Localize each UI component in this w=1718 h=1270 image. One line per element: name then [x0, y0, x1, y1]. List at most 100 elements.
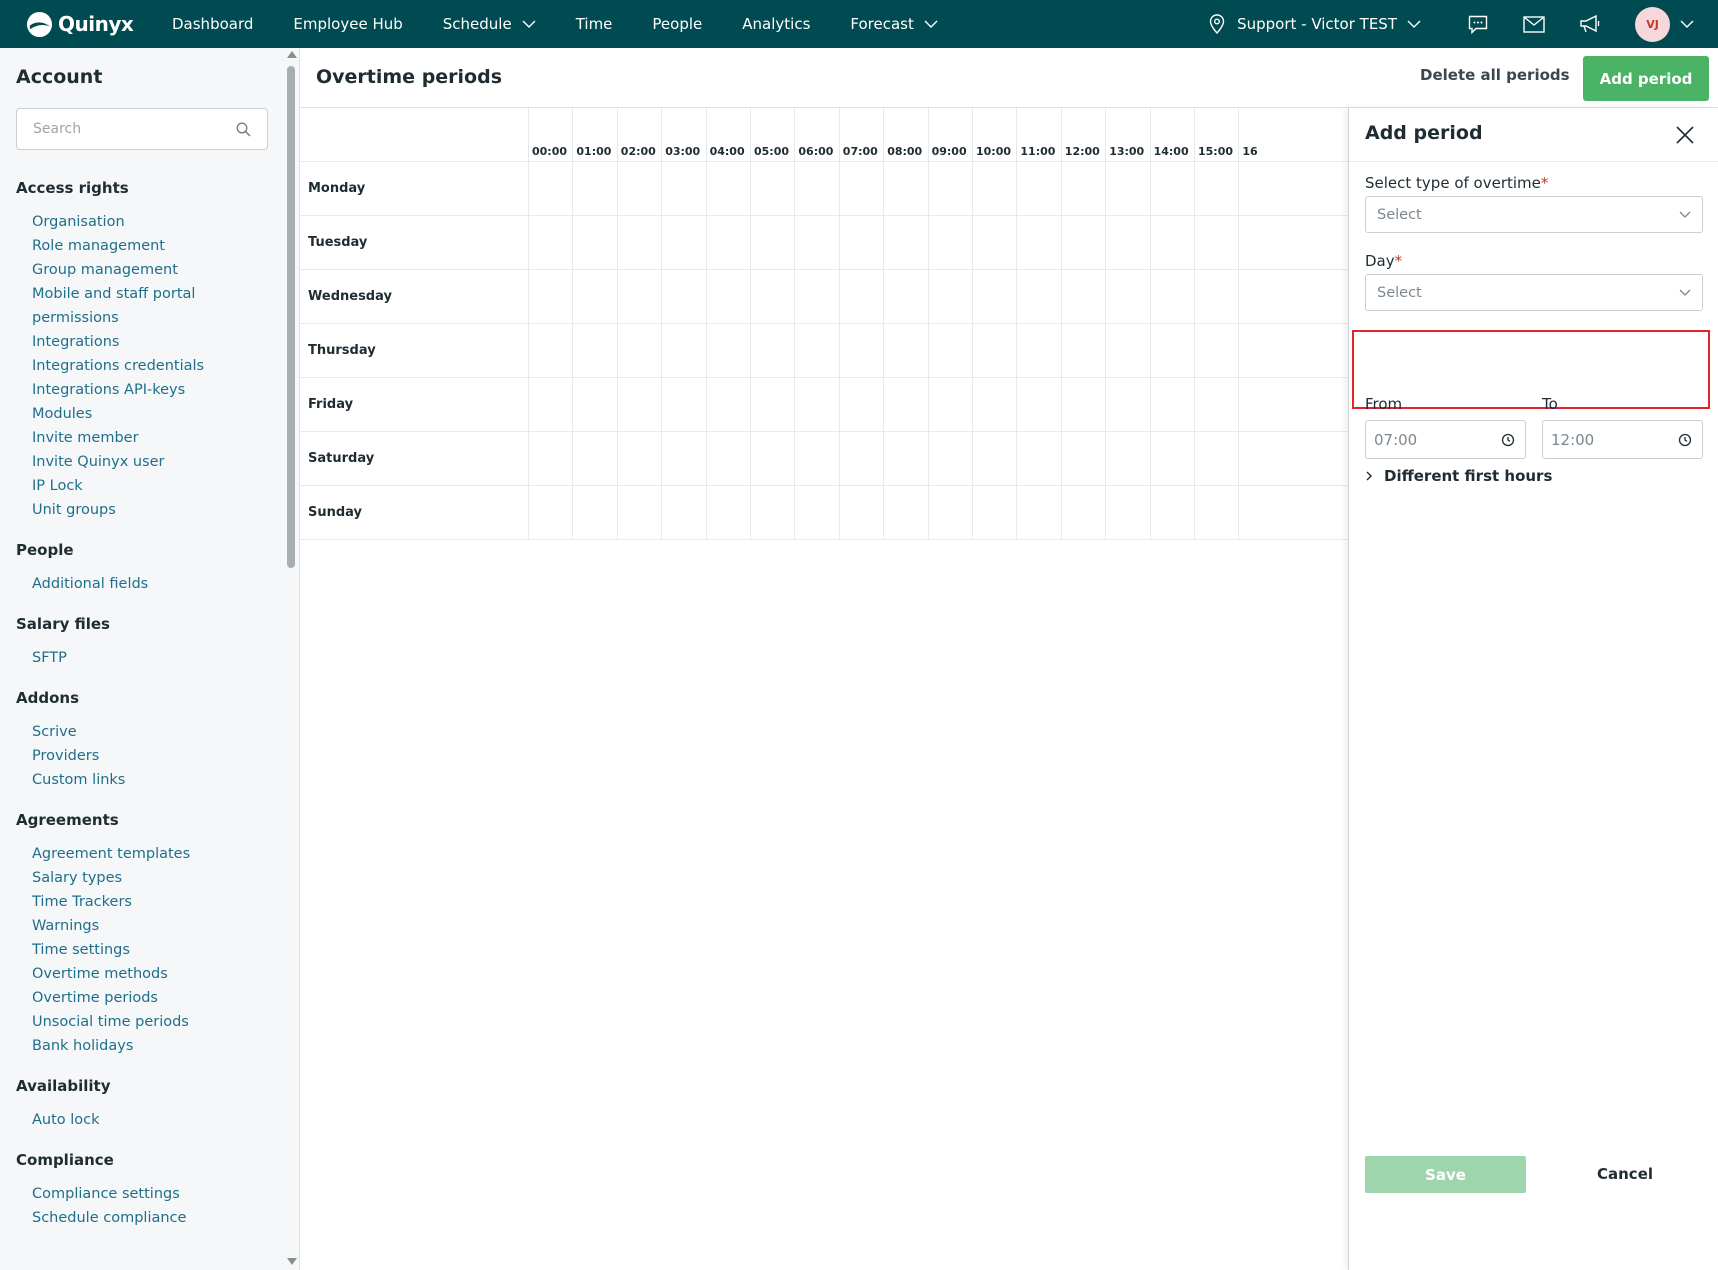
avatar[interactable]: VJ — [1635, 6, 1670, 42]
close-icon[interactable] — [1675, 125, 1695, 145]
logo-text: Quinyx — [58, 12, 134, 36]
nav-item-analytics[interactable]: Analytics — [742, 0, 810, 48]
sidebar-item-role-management[interactable]: Role management — [0, 234, 285, 258]
clock-icon[interactable] — [1501, 433, 1515, 447]
nav-item-forecast[interactable]: Forecast — [850, 0, 938, 48]
sidebar-item-permissions[interactable]: permissions — [0, 306, 285, 330]
sidebar-search[interactable] — [16, 108, 268, 150]
day-row-saturday[interactable]: Saturday — [300, 432, 1348, 486]
sidebar-item-unsocial-time-periods[interactable]: Unsocial time periods — [0, 1010, 285, 1034]
unit-selector[interactable]: Support - Victor TEST — [1209, 14, 1421, 34]
clock-icon[interactable] — [1678, 433, 1692, 447]
from-time-value: 07:00 — [1374, 430, 1418, 449]
scroll-down-arrow-icon[interactable] — [287, 1258, 297, 1265]
day-label: Day* — [1365, 252, 1402, 270]
delete-all-periods-button[interactable]: Delete all periods — [1420, 66, 1570, 84]
day-row-wednesday[interactable]: Wednesday — [300, 270, 1348, 324]
nav-item-label: Time — [575, 15, 613, 33]
overtime-type-label: Select type of overtime* — [1365, 174, 1548, 192]
nav-item-label: Employee Hub — [293, 15, 403, 33]
overtime-week-grid: 00:00 01:00 02:00 03:00 04:00 05:00 06:00 07:00… — [300, 108, 1348, 540]
hour-label: 00:00 — [532, 145, 568, 158]
main-content: Overtime periods Delete all periods Add … — [300, 48, 1718, 1270]
to-time-input[interactable]: 12:00 — [1542, 420, 1703, 459]
search-input[interactable] — [33, 121, 223, 137]
day-row-thursday[interactable]: Thursday — [300, 324, 1348, 378]
sidebar-item-modules[interactable]: Modules — [0, 402, 285, 426]
day-row-monday[interactable]: Monday — [300, 162, 1348, 216]
search-icon — [236, 122, 251, 137]
quinyx-logo[interactable]: Quinyx — [26, 11, 156, 38]
nav-item-dashboard[interactable]: Dashboard — [172, 0, 253, 48]
account-sidebar: Account Access rights OrganisationRole ma… — [0, 48, 300, 1270]
day-label: Monday — [308, 181, 366, 196]
sidebar-item-group-management[interactable]: Group management — [0, 258, 285, 282]
sidebar-item-time-settings[interactable]: Time settings — [0, 938, 285, 962]
time-range-highlight — [1352, 330, 1710, 409]
overtime-type-select[interactable]: Select — [1365, 196, 1703, 233]
day-label: Saturday — [308, 451, 375, 466]
hour-label: 16 — [1242, 145, 1258, 158]
sidebar-item-custom-links[interactable]: Custom links — [0, 768, 285, 792]
sidebar-item-integrations-api-keys[interactable]: Integrations API-keys — [0, 378, 285, 402]
nav-item-people[interactable]: People — [652, 0, 702, 48]
sidebar-item-integrations-credentials[interactable]: Integrations credentials — [0, 354, 285, 378]
sidebar-item-mobile-and-staff-portal[interactable]: Mobile and staff portal — [0, 282, 285, 306]
sidebar-item-additional-fields[interactable]: Additional fields — [0, 572, 285, 596]
sidebar-item-schedule-compliance[interactable]: Schedule compliance — [0, 1206, 285, 1230]
save-button[interactable]: Save — [1365, 1156, 1526, 1193]
nav-item-employee-hub[interactable]: Employee Hub — [293, 0, 402, 48]
day-row-friday[interactable]: Friday — [300, 378, 1348, 432]
sidebar-item-unit-groups[interactable]: Unit groups — [0, 498, 285, 522]
nav-item-schedule[interactable]: Schedule — [443, 0, 536, 48]
chat-icon[interactable] — [1467, 14, 1489, 34]
day-label: Wednesday — [308, 289, 392, 304]
sidebar-item-overtime-periods[interactable]: Overtime periods — [0, 986, 285, 1010]
hour-header-row: 00:00 01:00 02:00 03:00 04:00 05:00 06:00 07:00… — [300, 108, 1348, 162]
sidebar-section-list: Scrive Providers Custom links — [0, 710, 285, 792]
sidebar-section-list: Auto lock — [0, 1098, 285, 1132]
user-menu[interactable]: VJ — [1635, 6, 1694, 42]
sidebar-item-invite-member[interactable]: Invite member — [0, 426, 285, 450]
from-time-input[interactable]: 07:00 — [1365, 420, 1526, 459]
sidebar-section-heading-compliance: Compliance — [16, 1151, 114, 1169]
sidebar-item-warnings[interactable]: Warnings — [0, 914, 285, 938]
hour-label: 14:00 — [1153, 145, 1189, 158]
scroll-up-arrow-icon[interactable] — [287, 51, 297, 58]
sidebar-item-organisation[interactable]: Organisation — [0, 210, 285, 234]
add-period-panel: Add period Select type of overtime* Sele… — [1348, 108, 1718, 1270]
chevron-down-icon — [924, 20, 938, 28]
day-row-tuesday[interactable]: Tuesday — [300, 216, 1348, 270]
sidebar-item-invite-quinyx-user[interactable]: Invite Quinyx user — [0, 450, 285, 474]
nav-item-label: Schedule — [442, 15, 512, 33]
sidebar-item-auto-lock[interactable]: Auto lock — [0, 1108, 285, 1132]
scrollbar-thumb[interactable] — [287, 66, 295, 568]
sidebar-scrollbar[interactable] — [285, 48, 299, 1270]
mail-icon[interactable] — [1523, 14, 1545, 34]
cancel-button[interactable]: Cancel — [1597, 1165, 1653, 1183]
sidebar-item-bank-holidays[interactable]: Bank holidays — [0, 1034, 285, 1058]
chevron-down-icon — [1679, 289, 1691, 296]
required-marker: * — [1540, 174, 1549, 192]
day-row-sunday[interactable]: Sunday — [300, 486, 1348, 540]
nav-item-time[interactable]: Time — [576, 0, 613, 48]
nav-item-label: Dashboard — [172, 15, 254, 33]
sidebar-item-integrations[interactable]: Integrations — [0, 330, 285, 354]
sidebar-item-ip-lock[interactable]: IP Lock — [0, 474, 285, 498]
sidebar-item-agreement-templates[interactable]: Agreement templates — [0, 842, 285, 866]
sidebar-item-compliance-settings[interactable]: Compliance settings — [0, 1182, 285, 1206]
sidebar-item-salary-types[interactable]: Salary types — [0, 866, 285, 890]
chevron-right-icon — [1366, 471, 1372, 481]
day-label: Sunday — [308, 505, 363, 520]
sidebar-item-overtime-methods[interactable]: Overtime methods — [0, 962, 285, 986]
megaphone-icon[interactable] — [1579, 14, 1601, 34]
sidebar-item-providers[interactable]: Providers — [0, 744, 285, 768]
sidebar-item-time-trackers[interactable]: Time Trackers — [0, 890, 285, 914]
add-period-button[interactable]: Add period — [1583, 56, 1709, 101]
sidebar-item-sftp[interactable]: SFTP — [0, 646, 285, 670]
sidebar-section-heading-availability: Availability — [16, 1077, 111, 1095]
sidebar-item-scrive[interactable]: Scrive — [0, 720, 285, 744]
day-select[interactable]: Select — [1365, 274, 1703, 311]
different-first-hours-toggle[interactable]: Different first hours — [1365, 467, 1552, 485]
overtime-type-label-text: Select type of overtime — [1365, 174, 1541, 192]
